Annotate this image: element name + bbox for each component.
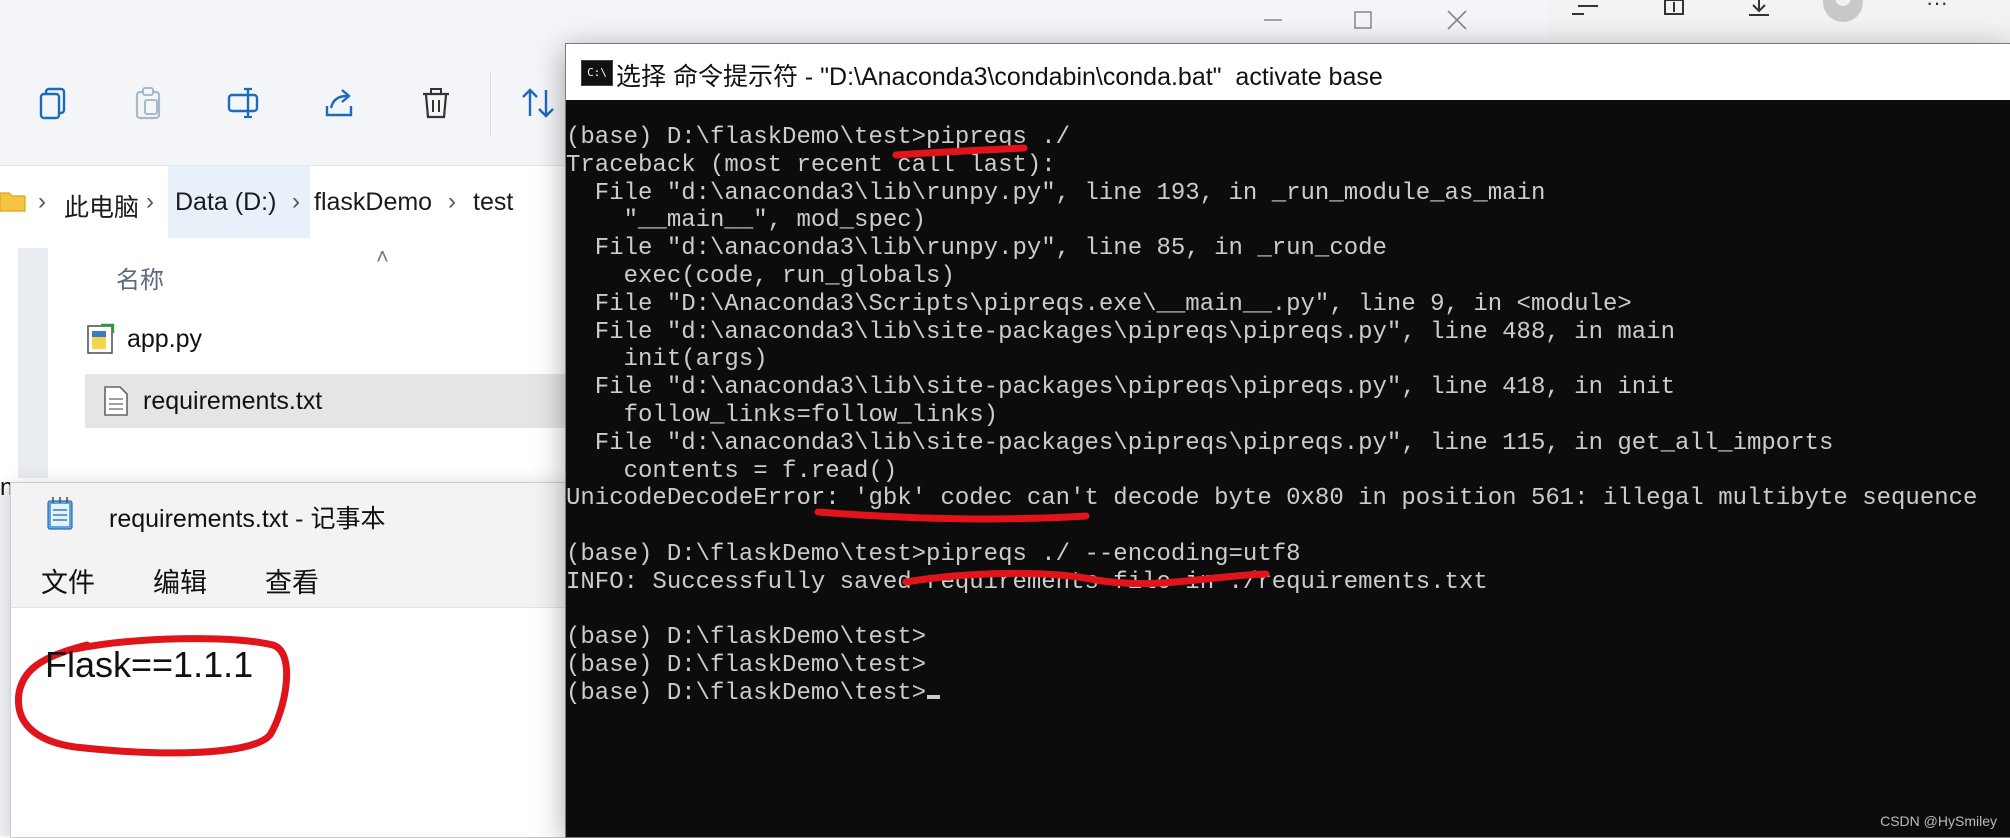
cmd-line: File "d:\anaconda3\lib\runpy.py", line 8… [566,235,1387,263]
menu-file[interactable]: 文件 [41,561,95,600]
breadcrumb[interactable]: › 此电脑 › Data (D:) › flaskDemo › test [0,165,570,239]
cmd-titlebar[interactable]: C:\ 选择 命令提示符 - "D:\Anaconda3\condabin\co… [566,44,2010,100]
cmd-line: File "d:\anaconda3\lib\runpy.py", line 1… [566,179,1546,207]
file-row-requirements-txt[interactable]: requirements.txt [85,374,570,428]
cmd-line: "__main__", mod_spec) [566,207,927,235]
sort-ascending-icon: ˄ [376,244,389,269]
breadcrumb-this-pc[interactable]: 此电脑 [64,188,139,224]
cmd-line: (base) D:\flaskDemo\test> [566,652,927,680]
cmd-line: (base) D:\flaskDemo\test>pipreqs ./ [566,124,1071,151]
menu-view[interactable]: 查看 [265,561,319,600]
cmd-line: File "d:\anaconda3\lib\site-packages\pip… [566,318,1675,346]
more-options-icon[interactable]: ··· [1926,0,1948,16]
cmd-line [566,597,2010,625]
chevron-right-icon: › [38,188,46,215]
notepad-editor[interactable]: Flask==1.1.1 [11,608,571,837]
trash-icon [423,88,449,119]
notepad-window: requirements.txt - 记事本 文件 编辑 查看 Flask==1… [10,482,571,838]
command-prompt-window: C:\ 选择 命令提示符 - "D:\Anaconda3\condabin\co… [565,43,2010,838]
avatar[interactable] [1820,0,1866,24]
cmd-icon: C:\ [581,60,613,86]
column-header-name[interactable]: 名称 [116,260,164,295]
breadcrumb-data-drive[interactable]: Data (D:) [175,188,276,217]
close-button[interactable] [1412,0,1502,40]
watermark: CSDN @HySmiley [1880,813,1997,829]
notepad-titlebar[interactable]: requirements.txt - 记事本 [11,483,571,545]
folder-icon [0,192,26,212]
cmd-line: contents = f.read() [566,457,898,485]
cmd-line: File "D:\Anaconda3\Scripts\pipreqs.exe\_… [566,290,1632,318]
cmd-line: follow_links=follow_links) [566,401,999,429]
cmd-line: init(args) [566,346,768,374]
command-toolbar [0,55,570,151]
menu-edit[interactable]: 编辑 [153,561,207,600]
paste-button[interactable] [120,75,176,131]
chevron-right-icon: › [448,188,456,215]
sort-button[interactable] [510,75,566,131]
notepad-icon [47,497,73,530]
cmd-line: UnicodeDecodeError: 'gbk' codec can't de… [566,485,1978,513]
minimize-icon [1264,19,1282,21]
file-name: requirements.txt [143,386,323,415]
share-icon [325,89,353,117]
cmd-line [566,513,2010,541]
close-icon [1447,10,1467,30]
rename-button[interactable] [216,75,272,131]
breadcrumb-test[interactable]: test [473,188,513,217]
minimize-button[interactable] [1228,0,1318,40]
navigation-pane [18,248,48,478]
download-icon[interactable] [1744,0,1774,20]
copy-icon [39,87,66,120]
copy-button[interactable] [26,75,82,131]
sort-icon [522,88,554,118]
maximize-icon [1354,11,1372,29]
maximize-button[interactable] [1318,0,1408,40]
breadcrumb-flaskdemo[interactable]: flaskDemo [314,188,432,217]
file-name: app.py [127,324,203,353]
cmd-line: File "d:\anaconda3\lib\site-packages\pip… [566,374,1675,402]
notepad-menubar: 文件 编辑 查看 [11,545,571,608]
cmd-line: INFO: Successfully saved requirements fi… [566,568,1488,596]
list-icon[interactable] [1570,0,1600,20]
cmd-line: (base) D:\flaskDemo\test>pipreqs ./ --en… [566,540,1301,568]
cmd-output[interactable]: (base) D:\flaskDemo\test>pipreqs ./Trace… [566,124,2010,708]
cmd-line: File "d:\anaconda3\lib\site-packages\pip… [566,429,1834,457]
chevron-right-icon: › [292,188,300,215]
add-icon[interactable] [1660,0,1690,20]
share-button[interactable] [312,75,368,131]
paste-icon [135,87,161,120]
notepad-content: Flask==1.1.1 [45,644,254,685]
file-list: ˄ 名称 app.py requirements.txt [0,238,570,488]
notepad-title: requirements.txt - 记事本 [109,505,386,533]
cmd-title: 选择 命令提示符 - "D:\Anaconda3\condabin\conda.… [616,63,1383,91]
text-cursor [927,694,941,699]
background-window-toolbar: ··· [1548,0,2010,38]
file-row-app-py[interactable]: app.py [85,312,570,366]
cmd-line: (base) D:\flaskDemo\test> [566,680,2010,708]
rename-icon [227,87,259,119]
chevron-right-icon: › [146,188,154,215]
text-file-icon [104,386,128,416]
python-file-icon [87,323,115,354]
delete-button[interactable] [408,75,464,131]
cmd-line: Traceback (most recent call last): [566,151,1056,179]
cmd-line: exec(code, run_globals) [566,262,955,290]
cmd-line: (base) D:\flaskDemo\test> [566,624,927,652]
toolbar-divider [490,73,491,135]
